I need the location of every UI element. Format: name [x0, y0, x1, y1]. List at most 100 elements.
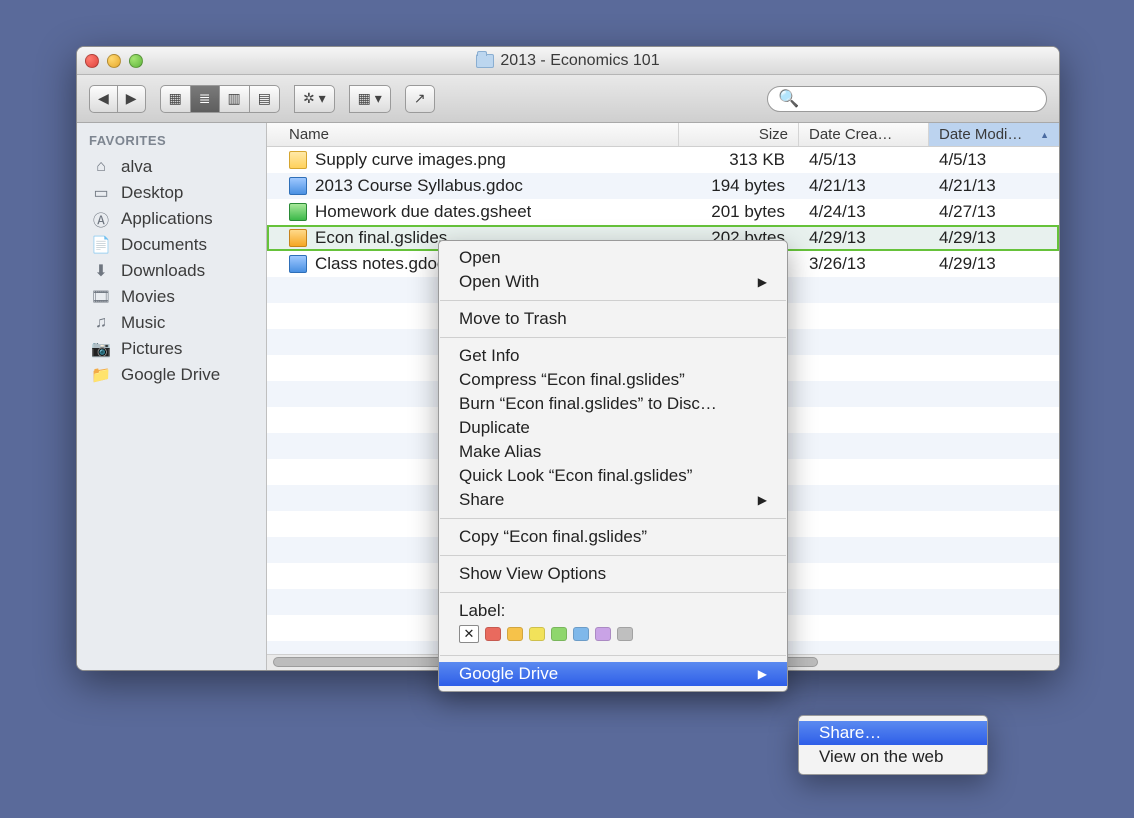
- home-icon: ⌂: [91, 158, 111, 176]
- menu-separator: [440, 592, 786, 593]
- search-field[interactable]: 🔍: [767, 86, 1047, 112]
- folder-icon: 📁: [91, 366, 111, 384]
- menu-item[interactable]: Duplicate: [439, 416, 787, 440]
- sidebar-item[interactable]: ♫Music: [77, 310, 266, 336]
- sidebar-item[interactable]: ⒶApplications: [77, 206, 266, 232]
- zoom-window-button[interactable]: [129, 54, 143, 68]
- menu-item[interactable]: Show View Options: [439, 562, 787, 586]
- pictures-icon: 📷: [91, 340, 111, 358]
- search-icon: 🔍: [778, 89, 799, 109]
- action-menu-button[interactable]: ✲ ▾: [294, 85, 335, 113]
- menu-item-label: Copy “Econ final.gslides”: [459, 527, 647, 547]
- menu-item[interactable]: Move to Trash: [439, 307, 787, 331]
- label-color-swatch[interactable]: [551, 627, 567, 641]
- file-date-created: 4/24/13: [799, 202, 929, 222]
- label-color-swatch[interactable]: [595, 627, 611, 641]
- label-color-swatch[interactable]: [529, 627, 545, 641]
- sidebar-item[interactable]: 📁 Google Drive: [77, 362, 266, 388]
- menu-item-label: Compress “Econ final.gslides”: [459, 370, 685, 390]
- down-icon: ⬇: [91, 262, 111, 280]
- column-headers: Name Size Date Crea… Date Modi…▲: [267, 123, 1059, 147]
- close-window-button[interactable]: [85, 54, 99, 68]
- file-type-icon: [289, 229, 307, 247]
- traffic-lights: [85, 54, 143, 68]
- file-name: 2013 Course Syllabus.gdoc: [315, 176, 523, 196]
- sidebar-item[interactable]: 📄 Documents: [77, 232, 266, 258]
- view-coverflow-button[interactable]: ▤: [250, 85, 280, 113]
- menu-item[interactable]: Make Alias: [439, 440, 787, 464]
- menu-label-heading: Label:: [439, 599, 787, 623]
- sidebar-item[interactable]: 📷 Pictures: [77, 336, 266, 362]
- music-icon: ♫: [91, 314, 111, 332]
- window-title-text: 2013 - Economics 101: [500, 52, 659, 70]
- forward-button[interactable]: ▶: [118, 85, 146, 113]
- context-submenu: Share…View on the web: [798, 715, 988, 775]
- action-menu: ✲ ▾: [294, 85, 335, 113]
- submenu-item-label: Share…: [819, 723, 881, 743]
- sidebar-item[interactable]: ⌂ alva: [77, 154, 266, 180]
- label-color-swatch[interactable]: [485, 627, 501, 641]
- menu-item[interactable]: Open With ▶: [439, 270, 787, 294]
- menu-item-label: Move to Trash: [459, 309, 567, 329]
- sidebar-item[interactable]: 🎞Movies: [77, 284, 266, 310]
- file-date-created: 4/29/13: [799, 228, 929, 248]
- file-date-modified: 4/29/13: [929, 254, 1059, 274]
- sidebar-item-label: Google Drive: [121, 365, 220, 385]
- share-button[interactable]: ↗: [405, 85, 435, 113]
- label-color-swatch[interactable]: [573, 627, 589, 641]
- file-row[interactable]: 2013 Course Syllabus.gdoc 194 bytes 4/21…: [267, 173, 1059, 199]
- menu-item-label: Open With: [459, 272, 539, 292]
- submenu-arrow-icon: ▶: [758, 667, 767, 681]
- column-name[interactable]: Name: [267, 123, 679, 146]
- view-icons-button[interactable]: ▦: [160, 85, 191, 113]
- arrange-menu: ▦ ▾: [349, 85, 391, 113]
- search-input[interactable]: [805, 89, 1036, 108]
- sidebar-item-label: alva: [121, 157, 152, 177]
- column-size[interactable]: Size: [679, 123, 799, 146]
- menu-item[interactable]: Burn “Econ final.gslides” to Disc…: [439, 392, 787, 416]
- menu-item-label: Quick Look “Econ final.gslides”: [459, 466, 692, 486]
- menu-item[interactable]: Get Info: [439, 344, 787, 368]
- file-date-modified: 4/5/13: [929, 150, 1059, 170]
- minimize-window-button[interactable]: [107, 54, 121, 68]
- nav-buttons: ◀ ▶: [89, 85, 146, 113]
- menu-separator: [440, 655, 786, 656]
- label-color-swatch[interactable]: [617, 627, 633, 641]
- submenu-item[interactable]: View on the web: [799, 745, 987, 769]
- file-row[interactable]: Homework due dates.gsheet 201 bytes 4/24…: [267, 199, 1059, 225]
- sidebar-item[interactable]: ⬇ Downloads: [77, 258, 266, 284]
- sidebar-item[interactable]: ▭Desktop: [77, 180, 266, 206]
- arrange-menu-button[interactable]: ▦ ▾: [349, 85, 391, 113]
- folder-icon: [476, 54, 494, 68]
- file-name: Homework due dates.gsheet: [315, 202, 531, 222]
- menu-item-label: Open: [459, 248, 501, 268]
- menu-item[interactable]: Share▶: [439, 488, 787, 512]
- column-date-created[interactable]: Date Crea…: [799, 123, 929, 146]
- menu-item[interactable]: Quick Look “Econ final.gslides”: [439, 464, 787, 488]
- desktop-icon: ▭: [91, 184, 111, 202]
- sidebar-item-label: Downloads: [121, 261, 205, 281]
- submenu-item[interactable]: Share…: [799, 721, 987, 745]
- menu-separator: [440, 337, 786, 338]
- sidebar-item-label: Pictures: [121, 339, 182, 359]
- view-list-button[interactable]: ≣: [191, 85, 220, 113]
- label-clear-button[interactable]: ✕: [459, 625, 479, 643]
- file-name: Supply curve images.png: [315, 150, 506, 170]
- doc-icon: 📄: [91, 236, 111, 254]
- menu-item[interactable]: Compress “Econ final.gslides”: [439, 368, 787, 392]
- back-button[interactable]: ◀: [89, 85, 118, 113]
- sidebar-item-label: Documents: [121, 235, 207, 255]
- submenu-arrow-icon: ▶: [758, 275, 767, 289]
- menu-item[interactable]: Google Drive▶: [439, 662, 787, 686]
- menu-item[interactable]: Open: [439, 246, 787, 270]
- menu-separator: [440, 555, 786, 556]
- menu-item[interactable]: Copy “Econ final.gslides”: [439, 525, 787, 549]
- label-color-swatch[interactable]: [507, 627, 523, 641]
- titlebar: 2013 - Economics 101: [77, 47, 1059, 75]
- menu-item-label: Share: [459, 490, 504, 510]
- file-row[interactable]: Supply curve images.png 313 KB 4/5/13 4/…: [267, 147, 1059, 173]
- menu-separator: [440, 518, 786, 519]
- column-date-modified[interactable]: Date Modi…▲: [929, 123, 1059, 146]
- view-columns-button[interactable]: ▥: [220, 85, 250, 113]
- movies-icon: 🎞: [91, 288, 111, 306]
